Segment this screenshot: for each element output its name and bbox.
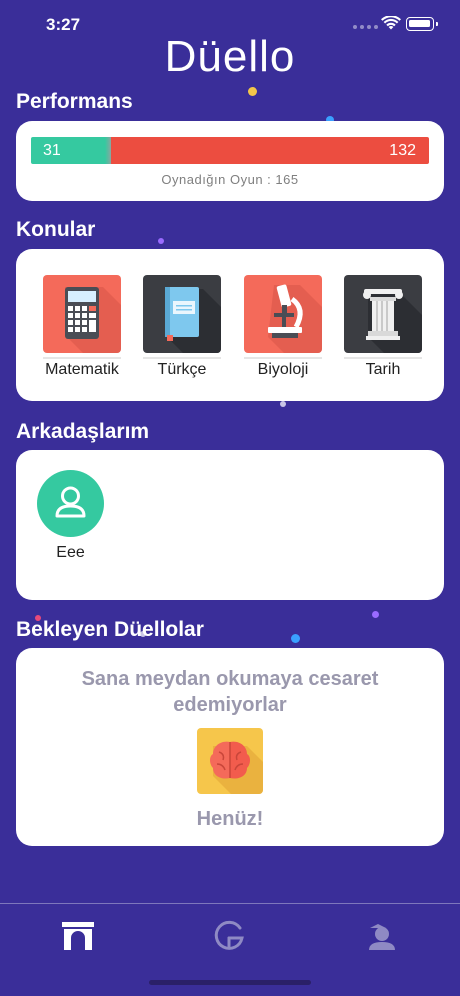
brain-icon (197, 728, 263, 794)
home-arch-icon (62, 922, 94, 950)
duel-g-icon (214, 920, 244, 950)
decor-dot (280, 401, 286, 407)
book-icon (143, 275, 221, 353)
performance-losses: 132 (389, 142, 416, 159)
decor-dot (291, 634, 300, 643)
topics-card: Matematik Türkçe Biyoloji Tarih (16, 249, 444, 401)
tab-home[interactable] (58, 916, 98, 956)
performance-card[interactable]: 31 132 Oynadığın Oyun : 165 (16, 121, 444, 201)
friend-avatar[interactable] (37, 470, 104, 537)
signal-icon (353, 25, 378, 29)
wifi-icon (381, 16, 401, 30)
pending-title: Bekleyen Düellolar (16, 618, 204, 641)
user-icon (55, 486, 86, 518)
tab-duel[interactable] (209, 916, 249, 956)
pending-message: Sana meydan okumaya cesaret edemiyorlar (81, 668, 379, 716)
friends-card: Eee (16, 450, 444, 600)
tab-profile[interactable] (362, 916, 402, 956)
column-icon (344, 275, 422, 353)
pending-card: Sana meydan okumaya cesaret edemiyorlar … (16, 648, 444, 846)
topic-label: Türkçe (157, 361, 207, 378)
decor-dot (372, 611, 379, 618)
performance-wins: 31 (43, 142, 61, 159)
topic-label: Biyoloji (257, 361, 309, 378)
home-indicator (149, 980, 311, 985)
performance-loss-segment (111, 137, 429, 164)
topic-label: Tarih (365, 361, 401, 378)
app-title: Düello (164, 32, 296, 81)
pending-subtitle: Henüz! (196, 808, 264, 830)
friend-name[interactable]: Eee (37, 544, 104, 562)
performance-title: Performans (16, 90, 133, 113)
topic-biyoloji[interactable]: Biyoloji (235, 275, 331, 379)
friends-title: Arkadaşlarım (16, 420, 150, 443)
performance-total: Oynadığın Oyun : 165 (161, 172, 299, 187)
microscope-icon (244, 275, 322, 353)
calculator-icon (43, 275, 121, 353)
decor-dot (248, 87, 257, 96)
topic-turkce[interactable]: Türkçe (134, 275, 230, 379)
topics-title: Konular (16, 218, 96, 241)
profile-icon (369, 924, 395, 950)
topic-tarih[interactable]: Tarih (335, 275, 431, 379)
performance-bar (31, 137, 429, 164)
topic-label: Matematik (45, 361, 119, 378)
battery-icon (406, 17, 438, 31)
topic-matematik[interactable]: Matematik (34, 275, 130, 379)
decor-dot (158, 238, 164, 244)
